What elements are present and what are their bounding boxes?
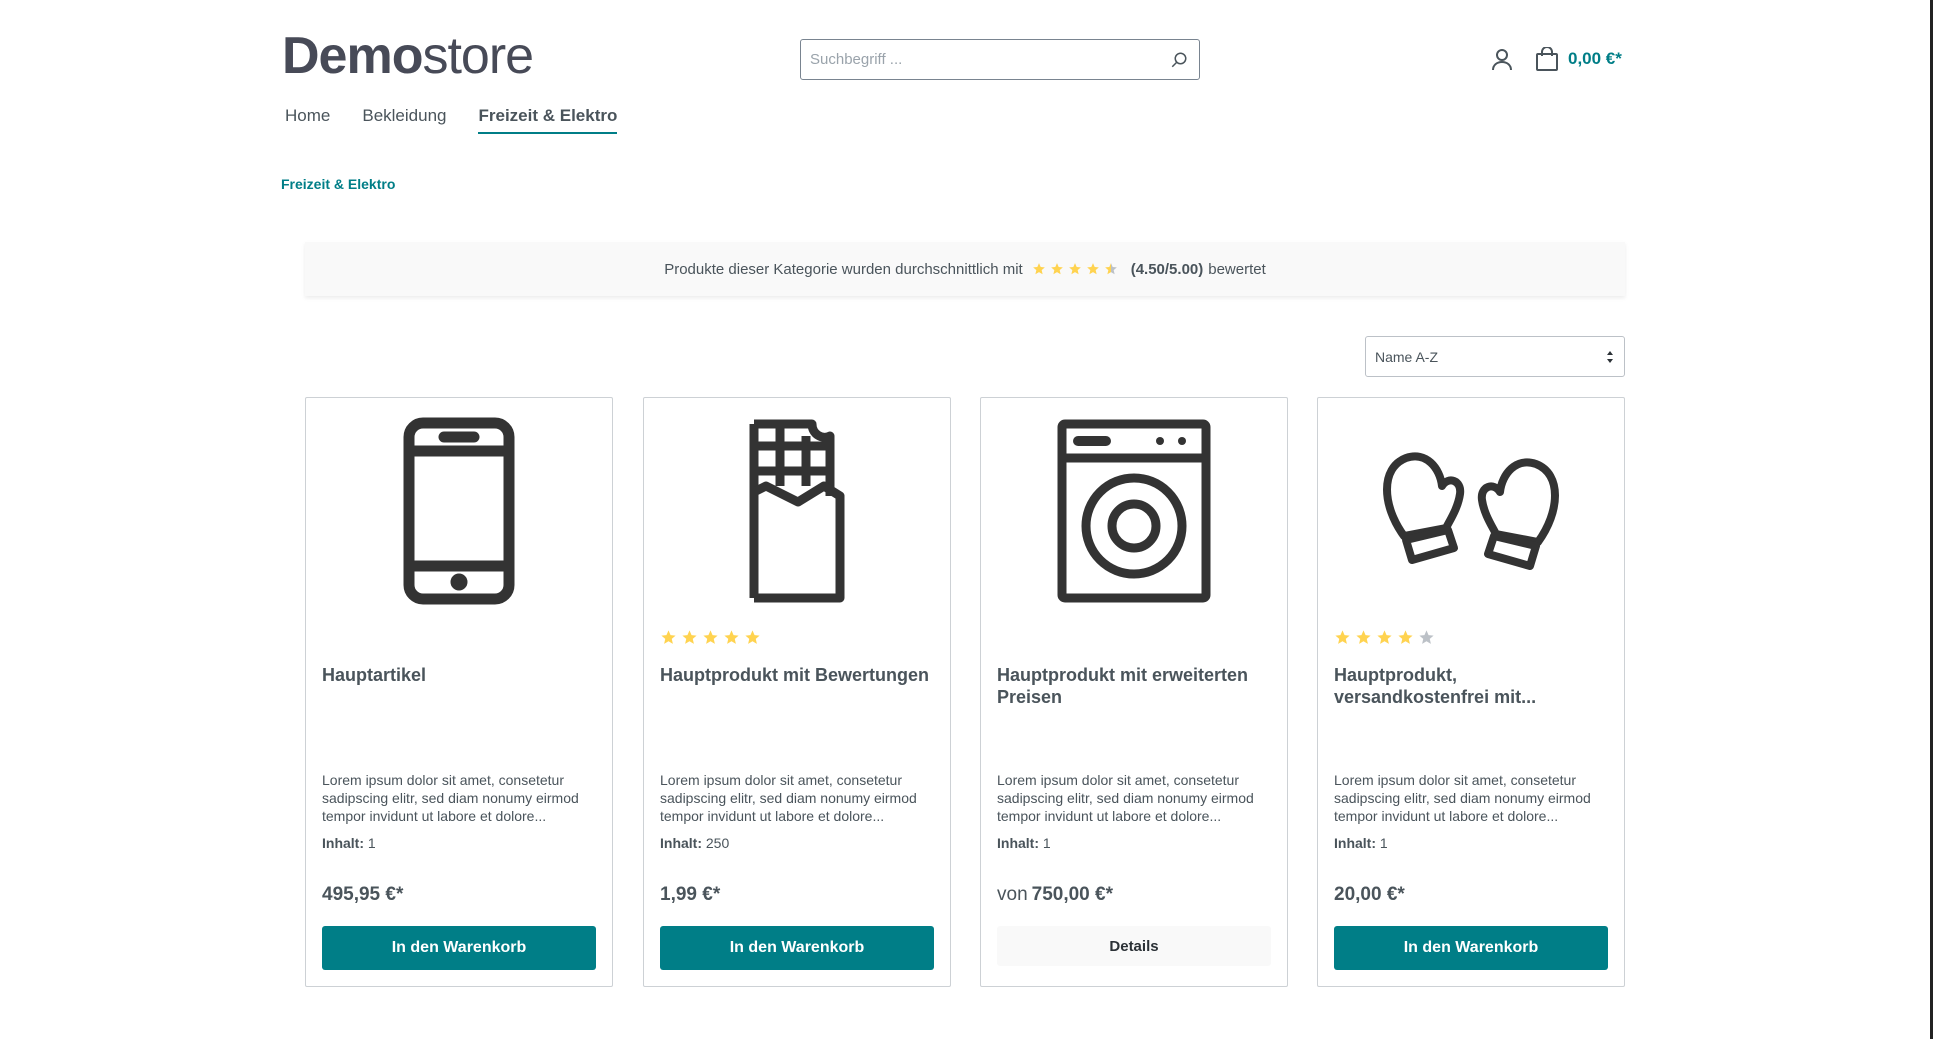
content-value: 1: [1042, 835, 1051, 851]
nav-item-home[interactable]: Home: [285, 106, 330, 134]
star-icon: [745, 630, 760, 644]
product-title[interactable]: Hauptartikel: [322, 664, 598, 686]
star-icon: [1086, 263, 1099, 275]
nav-item-freizeit-elektro[interactable]: Freizeit & Elektro: [478, 106, 618, 134]
product-description: Lorem ipsum dolor sit amet, consetetur s…: [322, 772, 579, 824]
main-navigation: Home Bekleidung Freizeit & Elektro: [285, 106, 649, 134]
user-icon: [1492, 49, 1512, 71]
product-image[interactable]: [306, 416, 612, 606]
product-price-value: 495,95 €*: [322, 884, 404, 905]
search-bar: [800, 39, 1200, 80]
product-title[interactable]: Hauptprodukt mit Bewertungen: [660, 664, 936, 686]
rating-score: (4.50/5.00): [1130, 260, 1204, 278]
content-label: Inhalt:: [1334, 835, 1376, 851]
nav-item-bekleidung[interactable]: Bekleidung: [362, 106, 446, 134]
select-arrows-icon: [1607, 351, 1613, 363]
product-content-info: Inhalt: 1: [997, 835, 1051, 851]
product-price: 20,00 €*: [1334, 884, 1405, 906]
cart-amount: 0,00 €*: [1568, 49, 1622, 68]
breadcrumb[interactable]: Freizeit & Elektro: [281, 176, 395, 192]
content-label: Inhalt:: [997, 835, 1039, 851]
add-to-cart-button[interactable]: In den Warenkorb: [322, 926, 596, 970]
logo-light-text: store: [422, 27, 534, 85]
product-description: Lorem ipsum dolor sit amet, consetetur s…: [997, 772, 1254, 824]
cart-button[interactable]: 0,00 €*: [1536, 44, 1622, 74]
star-icon: [1050, 263, 1063, 275]
product-price: 1,99 €*: [660, 884, 720, 906]
product-card: Hauptprodukt mit Bewertungen Lorem ipsum…: [643, 397, 951, 987]
content-value: 250: [705, 835, 730, 851]
washing-machine-icon: [1057, 419, 1211, 603]
add-to-cart-button[interactable]: In den Warenkorb: [1334, 926, 1608, 970]
content-value: 1: [1379, 835, 1388, 851]
product-image[interactable]: [644, 416, 950, 606]
star-icon: [724, 630, 739, 644]
star-icon: [1419, 630, 1434, 644]
product-description: Lorem ipsum dolor sit amet, consetetur s…: [1334, 772, 1591, 824]
star-icon: [1068, 263, 1081, 275]
smartphone-icon: [403, 417, 515, 605]
content-label: Inhalt:: [660, 835, 702, 851]
logo-bold-text: Demo: [282, 27, 423, 85]
chocolate-bar-icon: [749, 419, 845, 603]
star-icon: [661, 630, 676, 644]
product-title[interactable]: Hauptprodukt mit erweiterten Preisen: [997, 664, 1273, 708]
store-logo[interactable]: Demostore: [282, 27, 534, 85]
search-input[interactable]: [801, 40, 1159, 79]
product-price: von 750,00 €*: [997, 884, 1113, 906]
product-description: Lorem ipsum dolor sit amet, consetetur s…: [660, 772, 917, 824]
category-rating-banner: Produkte dieser Kategorie wurden durchsc…: [305, 242, 1625, 296]
content-value: 1: [367, 835, 376, 851]
product-title[interactable]: Hauptprodukt, versandkostenfrei mit...: [1334, 664, 1610, 708]
product-rating: [660, 629, 765, 646]
category-rating-stars: [1032, 262, 1122, 276]
search-icon: [1171, 52, 1187, 67]
product-price-value: 750,00 €*: [1031, 884, 1113, 905]
star-icon: [1104, 263, 1117, 275]
star-icon: [682, 630, 697, 644]
rating-banner-prefix: Produkte dieser Kategorie wurden durchsc…: [664, 260, 1023, 278]
product-image[interactable]: [1318, 416, 1624, 606]
star-icon: [1032, 263, 1045, 275]
search-button[interactable]: [1159, 40, 1199, 79]
shopping-bag-icon: [1536, 47, 1558, 71]
rating-banner-suffix: bewertet: [1208, 260, 1266, 278]
product-content-info: Inhalt: 250: [660, 835, 729, 851]
details-button[interactable]: Details: [997, 926, 1271, 966]
product-price-value: 1,99 €*: [660, 884, 721, 905]
account-button[interactable]: [1489, 46, 1515, 74]
product-card: Hauptprodukt mit erweiterten Preisen Lor…: [980, 397, 1288, 987]
product-card: Hauptartikel Lorem ipsum dolor sit amet,…: [305, 397, 613, 987]
star-icon: [703, 630, 718, 644]
mittens-icon: [1383, 452, 1559, 570]
sort-selected-value: Name A-Z: [1375, 348, 1439, 365]
product-content-info: Inhalt: 1: [1334, 835, 1388, 851]
sort-select[interactable]: Name A-Z: [1365, 336, 1625, 377]
star-icon: [1377, 630, 1392, 644]
product-content-info: Inhalt: 1: [322, 835, 376, 851]
star-icon: [1356, 630, 1371, 644]
price-prefix: von: [997, 884, 1028, 905]
content-label: Inhalt:: [322, 835, 364, 851]
product-rating: [1334, 629, 1439, 646]
product-card: Hauptprodukt, versandkostenfrei mit... L…: [1317, 397, 1625, 987]
add-to-cart-button[interactable]: In den Warenkorb: [660, 926, 934, 970]
star-icon: [1398, 630, 1413, 644]
star-icon: [1335, 630, 1350, 644]
product-price-value: 20,00 €*: [1334, 884, 1405, 905]
product-price: 495,95 €*: [322, 884, 403, 906]
product-image[interactable]: [981, 416, 1287, 606]
